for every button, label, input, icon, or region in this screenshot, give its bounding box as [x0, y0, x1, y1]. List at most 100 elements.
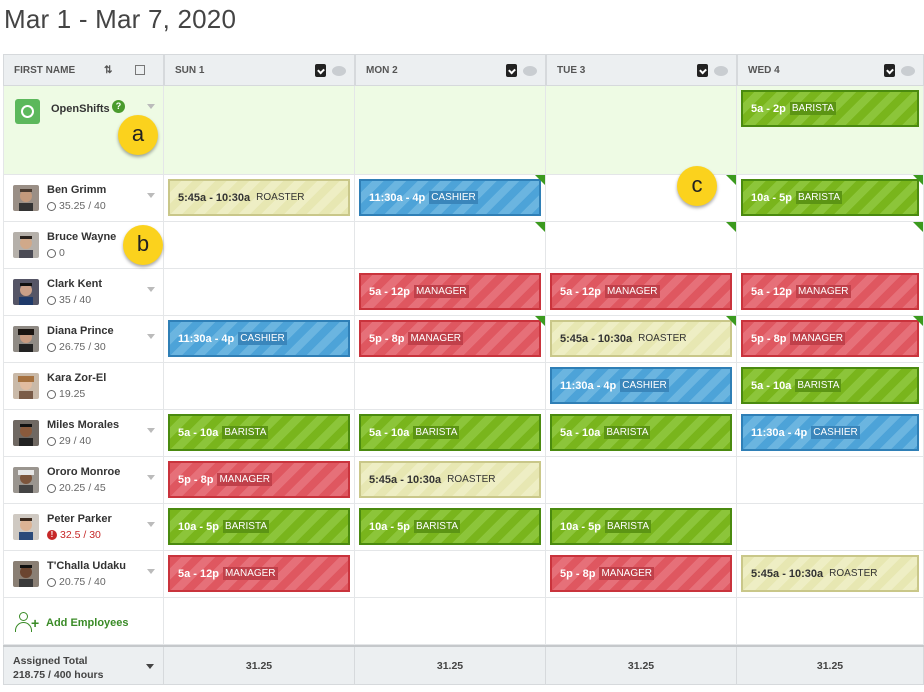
- shift-block[interactable]: 5:45a - 10:30a ROASTER: [168, 179, 350, 216]
- chevron-down-icon[interactable]: [147, 522, 155, 527]
- shift-cell[interactable]: 5p - 8p MANAGER: [164, 457, 355, 503]
- chevron-down-icon[interactable]: [147, 569, 155, 574]
- help-icon[interactable]: ?: [112, 100, 125, 113]
- shift-block[interactable]: 5a - 10a BARISTA: [550, 414, 732, 451]
- shift-block[interactable]: 11:30a - 4p CASHIER: [550, 367, 732, 404]
- shift-cell[interactable]: [737, 457, 924, 503]
- shift-cell[interactable]: 10a - 5p BARISTA: [164, 504, 355, 550]
- shift-block[interactable]: 5a - 12p MANAGER: [168, 555, 350, 592]
- shift-block[interactable]: 5p - 8p MANAGER: [741, 320, 919, 357]
- shift-cell[interactable]: 5a - 12p MANAGER: [546, 269, 737, 315]
- add-employees-button[interactable]: + Add Employees: [14, 612, 129, 634]
- employee-name-cell[interactable]: T'Challa Udaku 20.75 / 40: [3, 551, 164, 597]
- shift-cell[interactable]: 5a - 2p BARISTA: [737, 86, 924, 174]
- shift-cell[interactable]: 5p - 8p MANAGER: [355, 316, 546, 362]
- shift-block[interactable]: 10a - 5p BARISTA: [359, 508, 541, 545]
- shift-cell[interactable]: 10a - 5p BARISTA: [355, 504, 546, 550]
- shift-cell[interactable]: [355, 222, 546, 268]
- first-name-column-header[interactable]: FIRST NAME ⇅: [3, 54, 164, 86]
- publish-clipboard-icon[interactable]: [697, 64, 708, 77]
- shift-block[interactable]: 5p - 8p MANAGER: [359, 320, 541, 357]
- comment-icon[interactable]: [714, 66, 728, 76]
- employee-name-cell[interactable]: Diana Prince 26.75 / 30: [3, 316, 164, 362]
- shift-cell[interactable]: 5:45a - 10:30a ROASTER: [546, 316, 737, 362]
- chevron-down-icon[interactable]: [147, 428, 155, 433]
- shift-time: 5a - 12p: [178, 567, 219, 580]
- shift-cell[interactable]: [546, 222, 737, 268]
- sort-icon[interactable]: ⇅: [104, 65, 112, 76]
- shift-cell[interactable]: [546, 457, 737, 503]
- shift-block[interactable]: 11:30a - 4p CASHIER: [168, 320, 350, 357]
- employee-name-cell[interactable]: Miles Morales 29 / 40: [3, 410, 164, 456]
- shift-cell[interactable]: 5p - 8p MANAGER: [546, 551, 737, 597]
- shift-block[interactable]: 10a - 5p BARISTA: [550, 508, 732, 545]
- shift-cell[interactable]: 10a - 5p BARISTA: [737, 175, 924, 221]
- shift-cell[interactable]: 11:30a - 4p CASHIER: [546, 363, 737, 409]
- shift-cell[interactable]: [737, 222, 924, 268]
- shift-block[interactable]: 5a - 12p MANAGER: [741, 273, 919, 310]
- shift-cell[interactable]: [355, 551, 546, 597]
- employee-name-cell[interactable]: Clark Kent 35 / 40: [3, 269, 164, 315]
- shift-block[interactable]: 5:45a - 10:30a ROASTER: [741, 555, 919, 592]
- shift-cell[interactable]: [355, 86, 546, 174]
- employee-name-cell[interactable]: Kara Zor-El 19.25: [3, 363, 164, 409]
- shift-block[interactable]: 10a - 5p BARISTA: [168, 508, 350, 545]
- comment-icon[interactable]: [523, 66, 537, 76]
- shift-block[interactable]: 5:45a - 10:30a ROASTER: [359, 461, 541, 498]
- shift-cell[interactable]: 5a - 12p MANAGER: [164, 551, 355, 597]
- shift-cell[interactable]: 5a - 10a BARISTA: [164, 410, 355, 456]
- shift-cell[interactable]: 5a - 12p MANAGER: [355, 269, 546, 315]
- employee-name-cell[interactable]: Ororo Monroe 20.25 / 45: [3, 457, 164, 503]
- shift-block[interactable]: 11:30a - 4p CASHIER: [359, 179, 541, 216]
- shift-block[interactable]: 5p - 8p MANAGER: [550, 555, 732, 592]
- shift-cell[interactable]: [164, 363, 355, 409]
- assigned-total-cell[interactable]: Assigned Total 218.75 / 400 hours: [3, 647, 164, 684]
- shift-cell[interactable]: 5:45a - 10:30a ROASTER: [737, 551, 924, 597]
- shift-block[interactable]: 5:45a - 10:30a ROASTER: [550, 320, 732, 357]
- shift-cell[interactable]: 11:30a - 4p CASHIER: [164, 316, 355, 362]
- shift-block[interactable]: 5a - 10a BARISTA: [741, 367, 919, 404]
- shift-cell[interactable]: 10a - 5p BARISTA: [546, 504, 737, 550]
- publish-clipboard-icon[interactable]: [315, 64, 326, 77]
- shift-cell[interactable]: [737, 504, 924, 550]
- shift-block[interactable]: 5a - 12p MANAGER: [550, 273, 732, 310]
- publish-clipboard-icon[interactable]: [506, 64, 517, 77]
- shift-cell[interactable]: 5a - 10a BARISTA: [355, 410, 546, 456]
- chevron-down-icon[interactable]: [146, 664, 154, 669]
- shift-block[interactable]: 5a - 10a BARISTA: [168, 414, 350, 451]
- comment-icon[interactable]: [901, 66, 915, 76]
- shift-cell[interactable]: [164, 222, 355, 268]
- shift-cell[interactable]: 11:30a - 4p CASHIER: [355, 175, 546, 221]
- shift-cell[interactable]: 11:30a - 4p CASHIER: [737, 410, 924, 456]
- employee-name-cell[interactable]: Ben Grimm 35.25 / 40: [3, 175, 164, 221]
- publish-clipboard-icon[interactable]: [884, 64, 895, 77]
- comment-icon[interactable]: [332, 66, 346, 76]
- add-person-icon: +: [14, 612, 40, 634]
- shift-block[interactable]: 5a - 10a BARISTA: [359, 414, 541, 451]
- shift-cell[interactable]: [546, 86, 737, 174]
- chevron-down-icon[interactable]: [147, 104, 155, 109]
- chevron-down-icon[interactable]: [147, 287, 155, 292]
- shift-role: MANAGER: [790, 332, 846, 345]
- shift-block[interactable]: 10a - 5p BARISTA: [741, 179, 919, 216]
- select-all-icon[interactable]: [135, 65, 145, 75]
- shift-cell[interactable]: 5a - 10a BARISTA: [737, 363, 924, 409]
- shift-cell[interactable]: 5p - 8p MANAGER: [737, 316, 924, 362]
- chevron-down-icon[interactable]: [147, 475, 155, 480]
- shift-cell[interactable]: [164, 86, 355, 174]
- shift-cell[interactable]: 5:45a - 10:30a ROASTER: [164, 175, 355, 221]
- shift-role: ROASTER: [256, 192, 305, 203]
- shift-cell[interactable]: 5:45a - 10:30a ROASTER: [355, 457, 546, 503]
- shift-block[interactable]: 11:30a - 4p CASHIER: [741, 414, 919, 451]
- chevron-down-icon[interactable]: [147, 334, 155, 339]
- shift-block[interactable]: 5p - 8p MANAGER: [168, 461, 350, 498]
- empty-cell: [737, 598, 924, 644]
- shift-block[interactable]: 5a - 2p BARISTA: [741, 90, 919, 127]
- shift-block[interactable]: 5a - 12p MANAGER: [359, 273, 541, 310]
- chevron-down-icon[interactable]: [147, 193, 155, 198]
- shift-cell[interactable]: 5a - 10a BARISTA: [546, 410, 737, 456]
- shift-cell[interactable]: [355, 363, 546, 409]
- shift-cell[interactable]: [164, 269, 355, 315]
- employee-name-cell[interactable]: Peter Parker ! 32.5 / 30: [3, 504, 164, 550]
- shift-cell[interactable]: 5a - 12p MANAGER: [737, 269, 924, 315]
